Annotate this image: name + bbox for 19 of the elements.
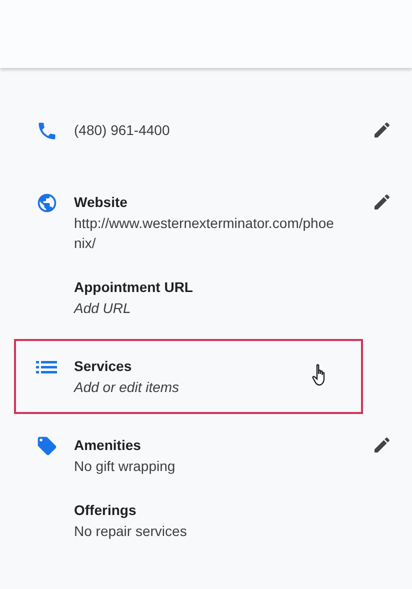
field-label: Amenities: [74, 436, 141, 455]
field-value: (480) 961-4400: [74, 121, 170, 140]
field-value: Add or edit items: [74, 378, 180, 397]
field-value: Add URL: [74, 299, 131, 318]
highlighted-row[interactable]: Services Add or edit items: [14, 339, 363, 414]
field-value: No gift wrapping: [74, 457, 176, 476]
edit-icon[interactable]: [372, 435, 392, 455]
field-label: Website: [74, 193, 128, 212]
globe-icon: [36, 192, 58, 214]
field-label: Appointment URL: [74, 278, 193, 297]
field-value: No repair services: [74, 522, 187, 541]
edit-icon[interactable]: [372, 120, 392, 140]
field-label: Services: [74, 357, 132, 376]
edit-icon[interactable]: [372, 192, 392, 212]
field-label: Offerings: [74, 501, 136, 520]
tag-icon: [36, 435, 58, 457]
field-value: http://www.westernexterminator.com/phoenix/: [74, 214, 335, 253]
list-icon: [36, 359, 58, 375]
phone-icon: [36, 120, 58, 142]
